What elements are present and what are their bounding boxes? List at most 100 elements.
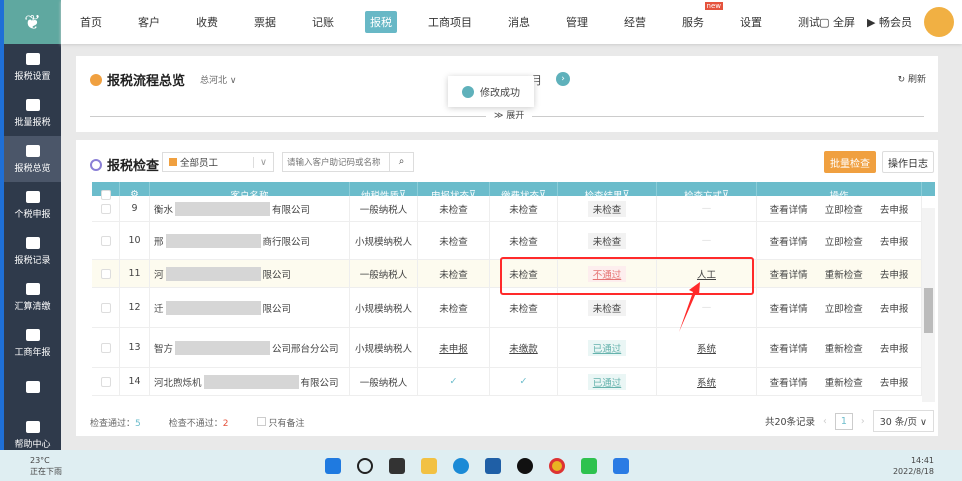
toast-success: 修改成功 xyxy=(448,76,534,107)
chevron-down-icon: ∨ xyxy=(253,156,273,168)
row-checkbox[interactable] xyxy=(100,235,111,246)
sidebar-item-label: 报税设置 xyxy=(14,71,51,82)
customer-name: 河限公司 xyxy=(150,260,350,287)
row-action[interactable]: 查看详情 xyxy=(770,202,808,216)
row-action[interactable]: 查看详情 xyxy=(770,375,808,389)
row-checkbox[interactable] xyxy=(100,342,111,353)
search-taskbar-icon[interactable] xyxy=(357,457,373,474)
sidebar-item-percent[interactable]: 汇算清缴 xyxy=(4,274,61,320)
page-number[interactable]: 1 xyxy=(834,412,853,430)
sidebar-item-monitor-tax[interactable]: 报税总览 xyxy=(4,136,61,182)
start-icon[interactable] xyxy=(325,457,341,474)
weather-widget[interactable]: 23°C 正在下雨 xyxy=(30,455,62,477)
fullscreen-button[interactable]: ▢ 全屏 xyxy=(819,14,855,30)
nav-item[interactable]: 报税 xyxy=(365,11,397,33)
row-action[interactable]: 重新检查 xyxy=(825,375,863,389)
row-checkbox[interactable] xyxy=(100,376,111,387)
monitor-tax-icon xyxy=(25,144,40,157)
alienware-icon[interactable] xyxy=(517,457,533,474)
row-checkbox[interactable] xyxy=(100,203,111,214)
check-result[interactable]: 已通过 xyxy=(587,373,627,390)
operation-log-button[interactable]: 操作日志 xyxy=(882,151,934,173)
sidebar-item-monitor-gear[interactable]: 报税设置 xyxy=(4,44,61,90)
expand-button[interactable]: ≫ 展开 xyxy=(486,108,533,121)
row-action[interactable]: 查看详情 xyxy=(770,267,808,281)
prev-page-button[interactable]: ‹ xyxy=(823,416,827,427)
nav-item[interactable]: 管理 xyxy=(561,11,593,33)
row-action[interactable]: 去申报 xyxy=(880,234,909,248)
nav-item[interactable]: 收费 xyxy=(191,11,223,33)
row-action[interactable]: 立即检查 xyxy=(825,301,863,315)
sidebar-item-terminal[interactable] xyxy=(4,366,61,412)
check-method[interactable]: 系统 xyxy=(697,341,716,355)
row-action[interactable]: 立即检查 xyxy=(825,234,863,248)
fail-count: 检查不通过：2 xyxy=(168,419,229,429)
nav-item[interactable]: 工商项目 xyxy=(423,11,477,33)
nav-item[interactable]: 客户 xyxy=(133,11,165,33)
row-action[interactable]: 查看详情 xyxy=(770,234,808,248)
sidebar-item-monitor-cursor[interactable]: 批量报税 xyxy=(4,90,61,136)
declare-status[interactable]: 未申报 xyxy=(439,341,468,355)
row-action[interactable]: 去申报 xyxy=(880,341,909,355)
info-icon xyxy=(462,85,474,98)
check-method[interactable]: 系统 xyxy=(697,375,716,389)
row-checkbox[interactable] xyxy=(100,302,111,313)
nav-item[interactable]: 首页 xyxy=(75,11,107,33)
row-action[interactable]: 查看详情 xyxy=(770,301,808,315)
row-action[interactable]: 重新检查 xyxy=(825,341,863,355)
nav-item[interactable]: 经营 xyxy=(619,11,651,33)
row-action[interactable]: 去申报 xyxy=(880,202,909,216)
edge-icon[interactable] xyxy=(453,457,469,474)
row-checkbox[interactable] xyxy=(100,268,111,279)
search-input[interactable] xyxy=(283,153,389,171)
pay-status[interactable]: 未缴款 xyxy=(509,341,538,355)
staff-label: 全部员工 xyxy=(180,158,219,169)
task-view-icon[interactable] xyxy=(389,457,405,474)
customer-name: 智方 公司邢台分公司 xyxy=(150,328,350,367)
sidebar-item-label: 工商年报 xyxy=(14,347,51,358)
nav-item[interactable]: 票据 xyxy=(249,11,281,33)
row-action[interactable]: 重新检查 xyxy=(825,267,863,281)
check-icon xyxy=(90,158,102,171)
chrome-icon[interactable] xyxy=(549,457,565,474)
row-action[interactable]: 查看详情 xyxy=(770,341,808,355)
table-row: 9 衡水 有限公司 一般纳税人 未检查 未检查 未检查 — 查看详情 立即检查 去申报 xyxy=(92,196,935,222)
overview-title: 报税流程总览 xyxy=(107,74,186,89)
wechat-icon[interactable] xyxy=(581,457,597,474)
vip-label: 畅会员 xyxy=(879,16,912,29)
sidebar-item-user-tax[interactable]: 个税申报 xyxy=(4,182,61,228)
check-result[interactable]: 已通过 xyxy=(587,339,627,356)
refresh-button[interactable]: ↻ 刷新 xyxy=(898,72,926,85)
row-action[interactable]: 去申报 xyxy=(880,301,909,315)
table-scrollbar[interactable] xyxy=(922,208,935,402)
file-explorer-icon[interactable] xyxy=(421,457,437,474)
region-select[interactable]: 总河北 ∨ xyxy=(200,73,236,86)
row-action[interactable]: 去申报 xyxy=(880,267,909,281)
staff-select[interactable]: 全部员工 ∨ xyxy=(162,152,274,172)
page-size-select[interactable]: 30 条/页 ∨ xyxy=(872,410,934,432)
search-icon[interactable]: ⌕ xyxy=(389,153,413,171)
clock[interactable]: 14:41 2022/8/18 xyxy=(893,455,934,477)
row-index: 13 xyxy=(120,328,150,367)
store-icon[interactable] xyxy=(485,457,501,474)
nav-item[interactable]: 消息 xyxy=(503,11,535,33)
check-result: 未检查 xyxy=(587,232,627,249)
row-action[interactable]: 立即检查 xyxy=(825,202,863,216)
app-icon[interactable] xyxy=(613,457,629,474)
avatar[interactable] xyxy=(924,7,954,37)
batch-check-button[interactable]: 批量检查 xyxy=(824,151,876,173)
sidebar-item-calendar-year[interactable]: 工商年报 xyxy=(4,320,61,366)
row-action[interactable]: 去申报 xyxy=(880,375,909,389)
vip-button[interactable]: ▶ 畅会员 xyxy=(867,14,912,30)
nav-item[interactable]: 记账 xyxy=(307,11,339,33)
nav-item[interactable]: 设置 xyxy=(735,11,767,33)
calendar-year-icon xyxy=(25,328,40,341)
next-page-button[interactable]: › xyxy=(861,416,865,427)
row-index: 11 xyxy=(120,260,150,287)
declare-status: 未检查 xyxy=(439,269,468,281)
next-month-button[interactable]: › xyxy=(556,72,570,86)
sidebar-item-record[interactable]: 报税记录 xyxy=(4,228,61,274)
region-label: 总河北 xyxy=(200,76,228,86)
note-filter[interactable]: 只有备注 xyxy=(256,416,305,429)
nav-item[interactable]: 服务 new xyxy=(677,2,723,33)
